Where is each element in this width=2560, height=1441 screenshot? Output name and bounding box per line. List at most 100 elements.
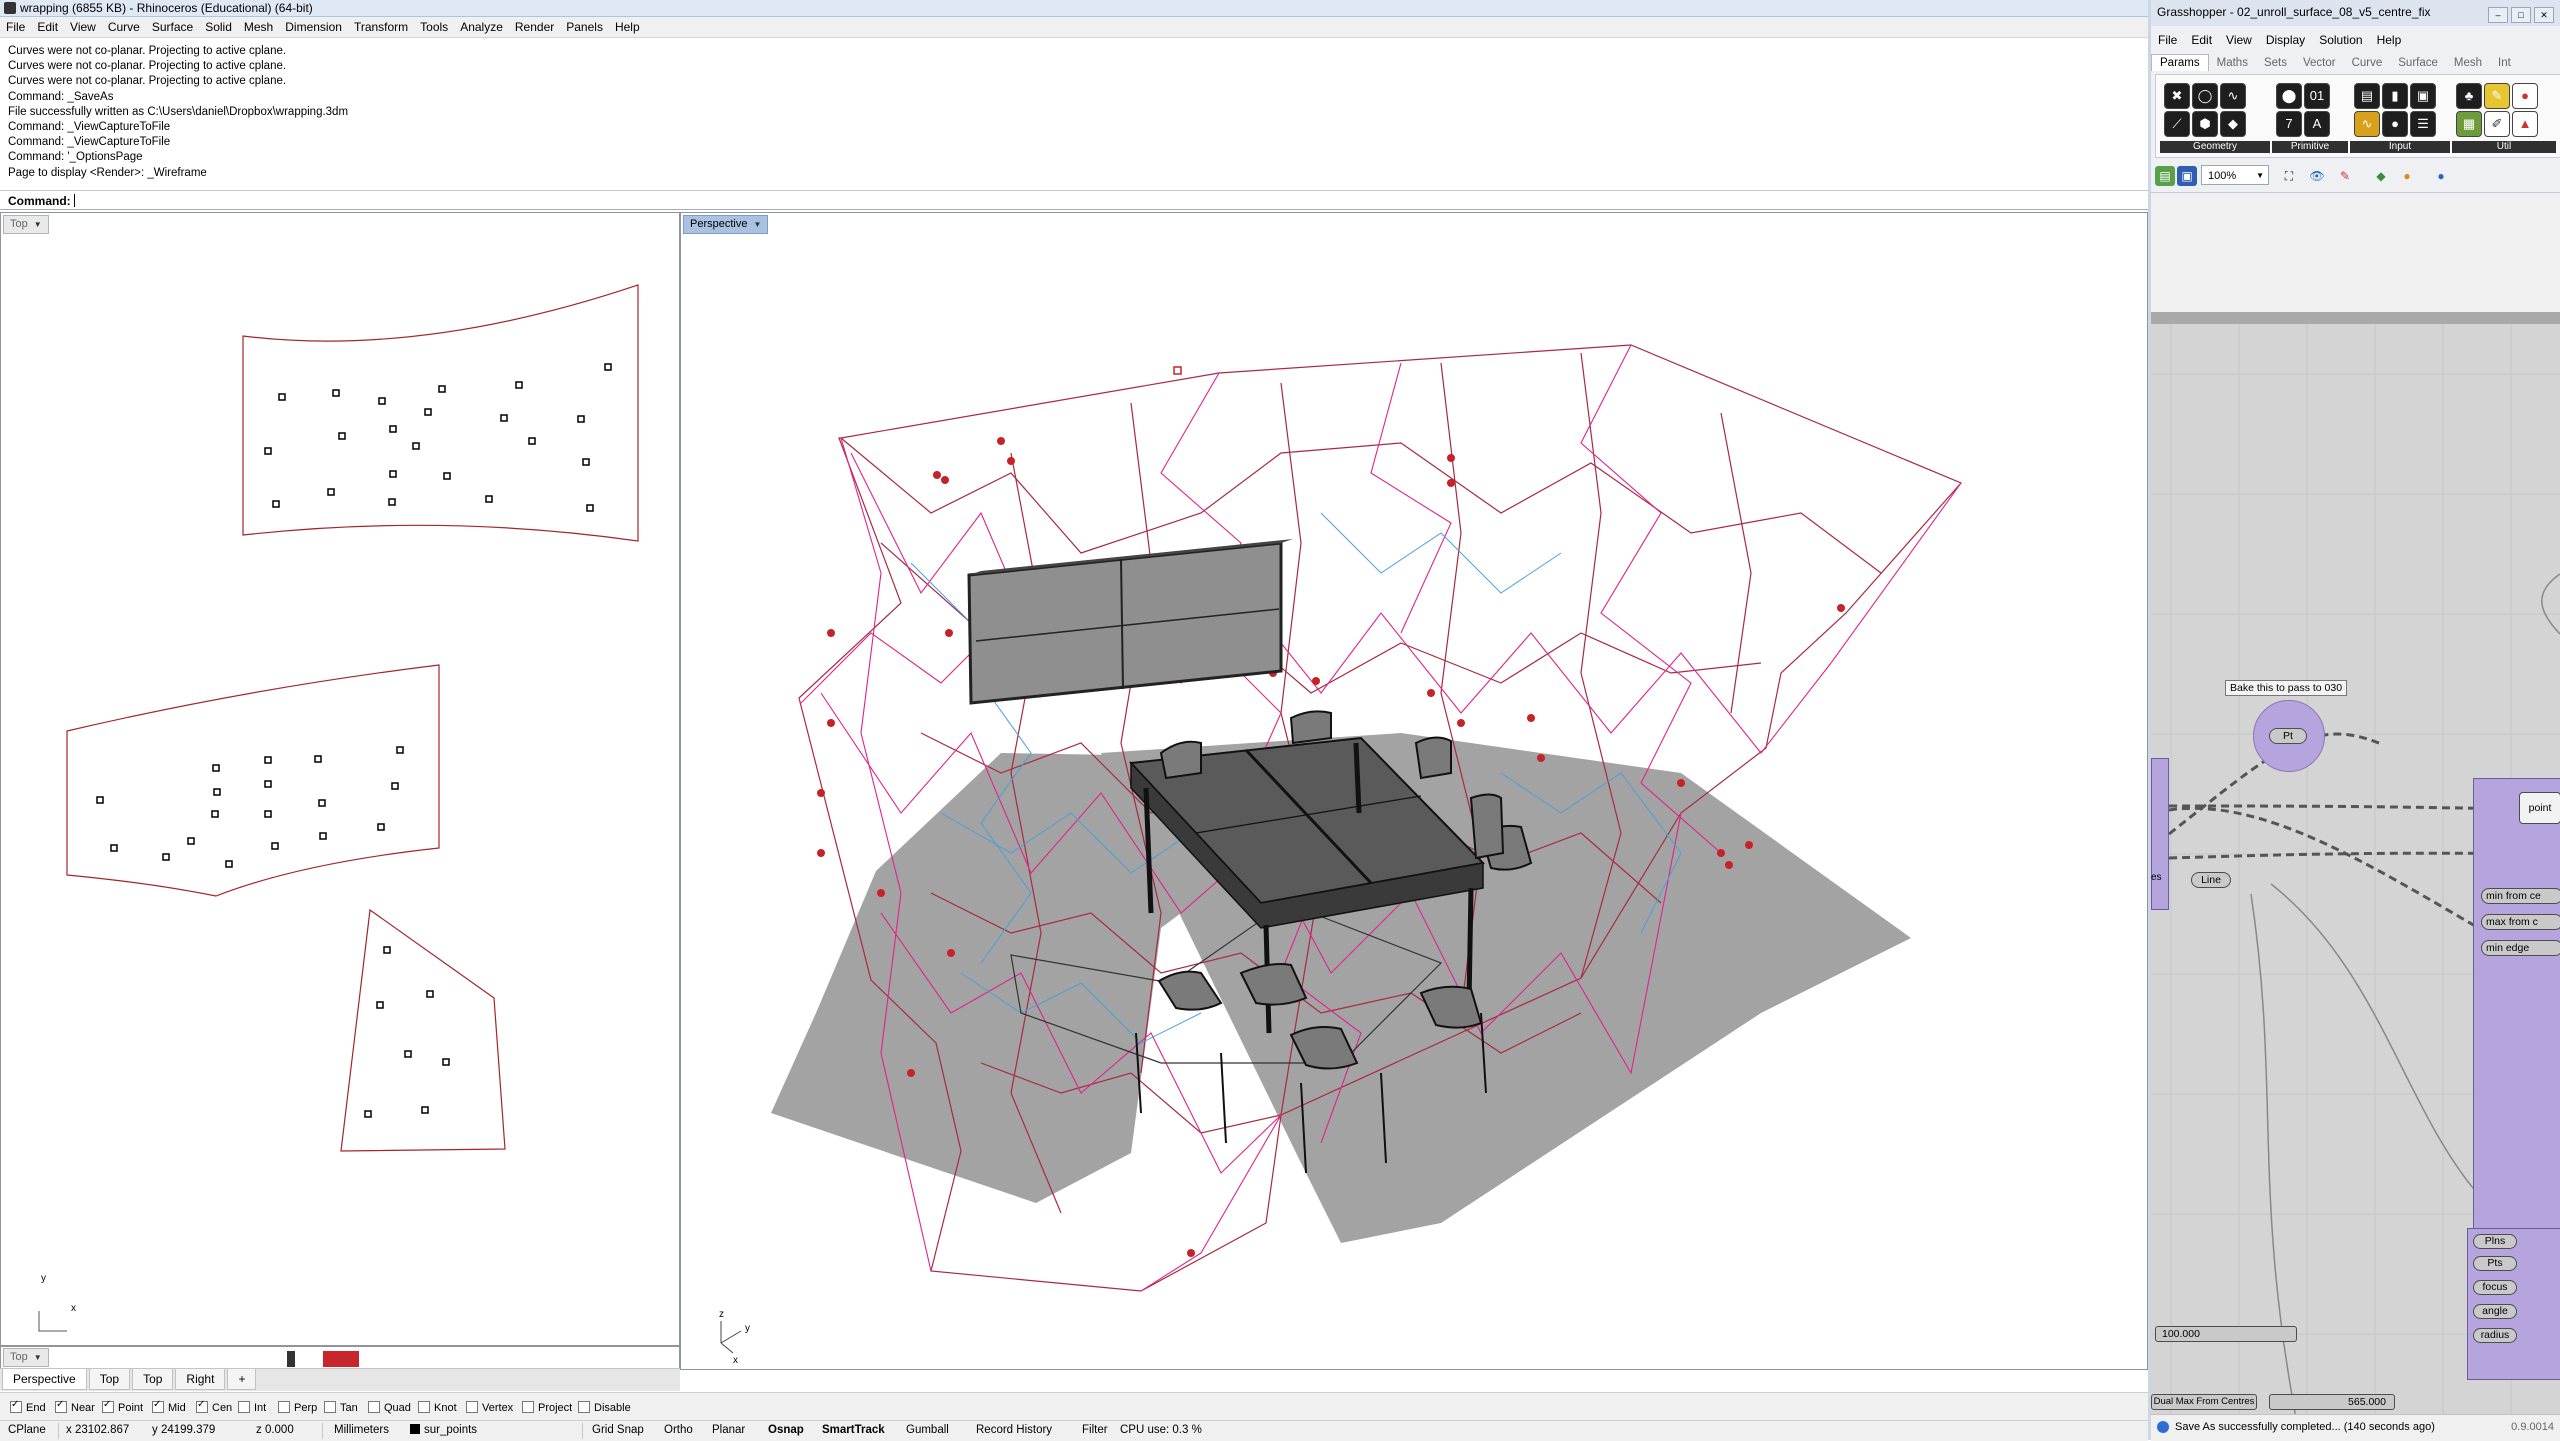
add-viewport-tab-button[interactable]: + [227,1369,257,1390]
osnap-checkbox[interactable] [324,1401,336,1413]
image-icon[interactable]: ▦ [2456,111,2482,137]
circle-param-icon[interactable]: ◯ [2192,83,2218,109]
osnap-vertex[interactable]: Vertex [466,1401,513,1414]
planar-toggle[interactable]: Planar [712,1424,745,1436]
osnap-checkbox[interactable] [578,1401,590,1413]
tab-sets[interactable]: Sets [2256,55,2295,71]
save-icon[interactable]: ▣ [2177,166,2197,186]
menu-transform[interactable]: Transform [348,17,414,34]
status-layer[interactable]: sur_points [410,1424,477,1436]
max-from-centre-input[interactable]: max from c [2481,914,2560,930]
osnap-checkbox[interactable] [196,1399,208,1413]
small-top-viewport[interactable]: Top ▼ [0,1346,680,1370]
menu-curve[interactable]: Curve [102,17,146,34]
menu-help[interactable]: Help [609,17,646,34]
osnap-mid[interactable]: Mid [152,1399,186,1414]
button-icon[interactable]: ▣ [2410,83,2436,109]
osnap-point[interactable]: Point [102,1399,143,1414]
tab-right[interactable]: Right [175,1369,226,1390]
chevron-down-icon[interactable]: ▼ [34,1349,42,1366]
line-node[interactable]: Line [2191,872,2231,888]
menu-surface[interactable]: Surface [146,17,199,34]
menu-mesh[interactable]: Mesh [238,17,279,34]
osnap-int[interactable]: Int [238,1401,266,1414]
osnap-disable[interactable]: Disable [578,1401,631,1414]
small-viewport-tab[interactable]: Top ▼ [3,1348,49,1367]
tree-icon[interactable]: ♣ [2456,83,2482,109]
record-history-toggle[interactable]: Record History [976,1424,1052,1436]
chevron-down-icon[interactable]: ▼ [2256,166,2264,186]
tab-int[interactable]: Int [2490,55,2519,71]
pts-input[interactable]: Pts [2473,1256,2517,1271]
focus-input[interactable]: focus [2473,1280,2517,1295]
grasshopper-canvas[interactable]: Bake this to pass to 030 Pt es Line poin… [2151,194,2560,1414]
osnap-quad[interactable]: Quad [368,1401,411,1414]
osnap-end[interactable]: End [10,1399,46,1414]
command-prompt[interactable]: Command: [0,190,2148,210]
preview-material-icon[interactable]: ● [2397,166,2417,186]
menu-render[interactable]: Render [509,17,560,34]
scribble-icon[interactable]: ✎ [2484,83,2510,109]
line-param-icon[interactable]: ⟋ [2164,111,2190,137]
osnap-checkbox[interactable] [368,1401,380,1413]
menu-tools[interactable]: Tools [414,17,454,34]
radius-input[interactable]: radius [2473,1328,2517,1343]
osnap-checkbox[interactable] [55,1399,67,1413]
filter-toggle[interactable]: Filter [1082,1424,1108,1436]
tab-top[interactable]: Top [88,1369,131,1390]
gh-menu-solution[interactable]: Solution [2312,30,2369,50]
geometry-icon[interactable]: ✖ [2164,83,2190,109]
gumball-toggle[interactable]: Gumball [906,1424,949,1436]
angle-input[interactable]: angle [2473,1304,2517,1319]
graph-icon[interactable]: ∿ [2354,111,2380,137]
status-units[interactable]: Millimeters [334,1424,389,1436]
dial-icon[interactable]: ● [2382,111,2408,137]
osnap-cen[interactable]: Cen [196,1399,232,1414]
gh-menu-view[interactable]: View [2219,30,2259,50]
text-icon[interactable]: A [2304,111,2330,137]
panel-icon[interactable]: ▤ [2354,83,2380,109]
tab-mesh[interactable]: Mesh [2446,55,2490,71]
grid-snap-toggle[interactable]: Grid Snap [592,1424,644,1436]
open-icon[interactable]: ▤ [2155,166,2175,186]
osnap-checkbox[interactable] [238,1401,250,1413]
minimize-button[interactable]: – [2488,7,2508,23]
group-input-label[interactable]: Input [2350,141,2450,153]
integer-icon[interactable]: 01 [2304,83,2330,109]
menu-file[interactable]: File [0,17,31,34]
osnap-checkbox[interactable] [102,1399,114,1413]
command-history[interactable]: Curves were not co-planar. Projecting to… [0,38,2148,190]
preview-shaded-icon[interactable]: ◆ [2371,166,2391,186]
point-node[interactable]: point [2519,792,2560,824]
group-primitive-label[interactable]: Primitive [2272,141,2348,153]
preview-icon[interactable]: ● [2512,83,2538,109]
gh-menu-edit[interactable]: Edit [2184,30,2219,50]
tab-params[interactable]: Params [2151,54,2209,71]
tab-maths[interactable]: Maths [2209,55,2256,71]
osnap-checkbox[interactable] [466,1401,478,1413]
smarttrack-toggle[interactable]: SmartTrack [822,1424,885,1436]
menu-solid[interactable]: Solid [199,17,238,34]
flask-icon[interactable]: ▲ [2512,111,2538,137]
menu-view[interactable]: View [64,17,102,34]
top-viewport[interactable]: Top ▼ y x [0,212,680,1346]
osnap-near[interactable]: Near [55,1399,95,1414]
osnap-checkbox[interactable] [152,1399,164,1413]
tab-surface[interactable]: Surface [2390,55,2446,71]
tab-vector[interactable]: Vector [2295,55,2344,71]
perspective-viewport[interactable]: Perspective ▼ z y x [680,212,2148,1370]
min-from-centre-input[interactable]: min from ce [2481,888,2560,904]
eye-icon[interactable]: 👁 [2307,166,2327,186]
osnap-toggle[interactable]: Osnap [768,1424,804,1436]
toggle-icon[interactable]: ▮ [2382,83,2408,109]
sketch-pen-icon[interactable]: ✎ [2335,166,2355,186]
menu-panels[interactable]: Panels [560,17,609,34]
mesh-param-icon[interactable]: ⬢ [2192,111,2218,137]
group-util-label[interactable]: Util [2452,141,2556,153]
tab-top-2[interactable]: Top [132,1369,174,1390]
gh-menu-display[interactable]: Display [2259,30,2312,50]
curve-param-icon[interactable]: ∿ [2220,83,2246,109]
min-edge-input[interactable]: min edge [2481,940,2560,956]
left-cluster-node[interactable] [2151,758,2169,910]
surface-param-icon[interactable]: ◆ [2220,111,2246,137]
